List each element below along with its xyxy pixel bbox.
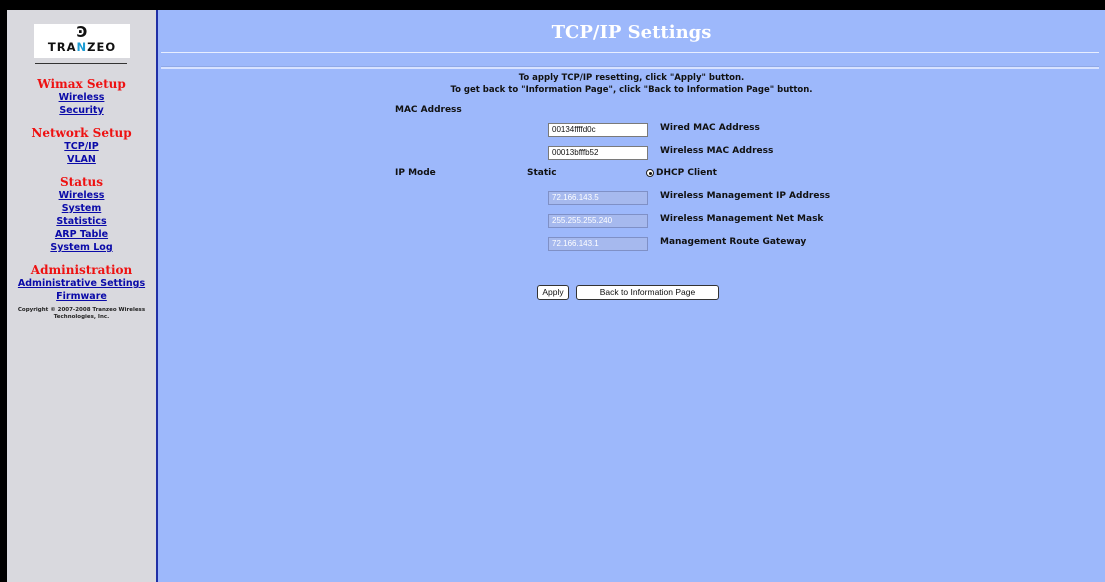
mgmt-ip-field[interactable]: 72.166.143.5 (548, 191, 648, 205)
title-rule-bottom (161, 66, 1099, 69)
copyright-text: Copyright © 2007-2008 Tranzeo Wireless T… (17, 307, 146, 320)
gateway-label: Management Route Gateway (660, 237, 807, 247)
logo-text: TRANZEO (34, 40, 130, 54)
sidebar-heading-wimax-setup: Wimax Setup (37, 77, 126, 91)
sidebar-item-tcpip[interactable]: TCP/IP (7, 140, 156, 153)
tranzeo-logo: Ͽ TRANZEO (34, 24, 130, 58)
sidebar-item-security[interactable]: Security (7, 104, 156, 117)
logo-text-pre: TRA (47, 40, 77, 54)
wired-mac-label: Wired MAC Address (660, 123, 760, 133)
sidebar: Ͽ TRANZEO Wimax Setup Wireless Security … (7, 10, 156, 582)
logo-text-post: ZEO (87, 40, 117, 54)
radio-selected-dot (649, 172, 652, 175)
ip-mode-static-label: Static (527, 168, 557, 178)
apply-button[interactable]: Apply (537, 285, 569, 300)
logo-text-n: N (76, 40, 88, 54)
sidebar-item-administrative-settings[interactable]: Administrative Settings (7, 277, 156, 290)
logo-divider (35, 63, 127, 64)
ip-mode-label: IP Mode (395, 168, 436, 178)
mac-address-label: MAC Address (395, 105, 462, 115)
sidebar-item-system-log[interactable]: System Log (7, 241, 156, 254)
info-line-apply: To apply TCP/IP resetting, click "Apply"… (518, 73, 745, 83)
sidebar-heading-administration: Administration (30, 263, 133, 277)
info-line-back: To get back to "Information Page", click… (450, 85, 813, 95)
wired-mac-field[interactable]: 00134ffffd0c (548, 123, 648, 137)
wireless-mac-field[interactable]: 00013bfffb52 (548, 146, 648, 160)
back-to-information-page-button[interactable]: Back to Information Page (576, 285, 719, 300)
sidebar-item-statistics[interactable]: Statistics (7, 215, 156, 228)
title-rule-top (161, 52, 1099, 53)
sidebar-heading-network-setup: Network Setup (31, 126, 132, 140)
sidebar-item-status-wireless[interactable]: Wireless (7, 189, 156, 202)
wireless-mac-label: Wireless MAC Address (660, 146, 774, 156)
page-title: TCP/IP Settings (551, 22, 712, 43)
net-mask-label: Wireless Management Net Mask (660, 214, 824, 224)
dhcp-client-label: DHCP Client (656, 168, 717, 178)
dhcp-client-radio[interactable] (646, 169, 654, 177)
sidebar-item-vlan[interactable]: VLAN (7, 153, 156, 166)
sidebar-nav: Wimax Setup Wireless Security Network Se… (7, 68, 156, 321)
main-content: TCP/IP Settings To apply TCP/IP resettin… (158, 10, 1105, 582)
sidebar-item-arp-table[interactable]: ARP Table (7, 228, 156, 241)
sidebar-item-system[interactable]: System (7, 202, 156, 215)
sidebar-item-wimax-wireless[interactable]: Wireless (7, 91, 156, 104)
logo-mark-icon: Ͽ (76, 23, 88, 41)
net-mask-field[interactable]: 255.255.255.240 (548, 214, 648, 228)
gateway-field[interactable]: 72.166.143.1 (548, 237, 648, 251)
mgmt-ip-label: Wireless Management IP Address (660, 191, 831, 201)
sidebar-item-firmware[interactable]: Firmware (7, 290, 156, 303)
sidebar-heading-status: Status (59, 175, 103, 189)
